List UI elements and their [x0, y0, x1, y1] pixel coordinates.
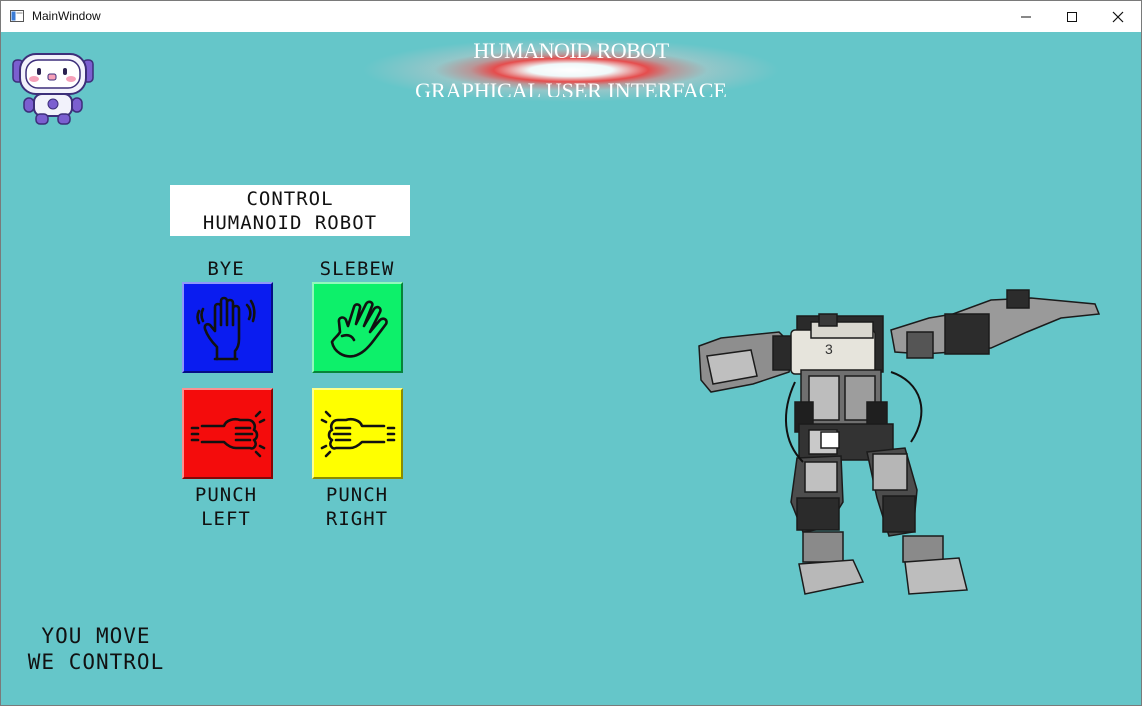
fist-punch-left-icon [190, 410, 265, 457]
minimize-icon [1021, 16, 1031, 17]
page-subtitle: GRAPHICAL USER INTERFACE [415, 78, 727, 97]
robot-mascot-icon [12, 53, 94, 125]
slogan-line2: WE CONTROL [27, 650, 165, 674]
robot-marker-text: 3 [825, 341, 833, 357]
control-panel-heading: CONTROL HUMANOID ROBOT [170, 185, 410, 236]
window-title: MainWindow [32, 9, 101, 23]
slogan: YOU MOVE WE CONTROL [11, 623, 211, 675]
punch-right-label-line1: PUNCH [325, 484, 389, 506]
control-heading-line2: HUMANOID ROBOT [202, 212, 378, 234]
minimize-button[interactable] [1003, 1, 1049, 32]
raised-hand-icon [195, 296, 256, 360]
punch-right-label: PUNCH RIGHT [297, 483, 417, 531]
control-heading-line1: CONTROL [246, 188, 334, 210]
title-bar[interactable]: MainWindow [1, 1, 1141, 32]
punch-right-label-line2: RIGHT [325, 508, 389, 530]
main-content: HUMANOID ROBOT GRAPHICAL USER INTERFACE … [1, 32, 1141, 705]
maximize-button[interactable] [1049, 1, 1095, 32]
punch-left-label: PUNCH LEFT [166, 483, 286, 531]
close-icon [1112, 11, 1124, 22]
fist-punch-right-icon [320, 410, 395, 457]
punch-right-button[interactable] [312, 388, 403, 479]
app-window-icon [10, 10, 24, 22]
maximize-icon [1067, 11, 1077, 22]
humanoid-robot-photo: 3 [698, 289, 1101, 595]
bye-button[interactable] [182, 282, 273, 373]
slebew-button[interactable] [312, 282, 403, 373]
waving-hand-icon [330, 300, 388, 358]
close-button[interactable] [1095, 1, 1141, 32]
punch-left-button[interactable] [182, 388, 273, 479]
slogan-line1: YOU MOVE [41, 624, 151, 648]
page-title: HUMANOID ROBOT [473, 38, 669, 63]
bye-label: BYE [207, 258, 245, 280]
main-window: MainWindow HUMANOID ROBOT GRAPHICAL USER… [0, 0, 1142, 706]
punch-left-label-line1: PUNCH [194, 484, 258, 506]
punch-left-label-line2: LEFT [201, 508, 251, 530]
slebew-label: SLEBEW [319, 258, 395, 280]
